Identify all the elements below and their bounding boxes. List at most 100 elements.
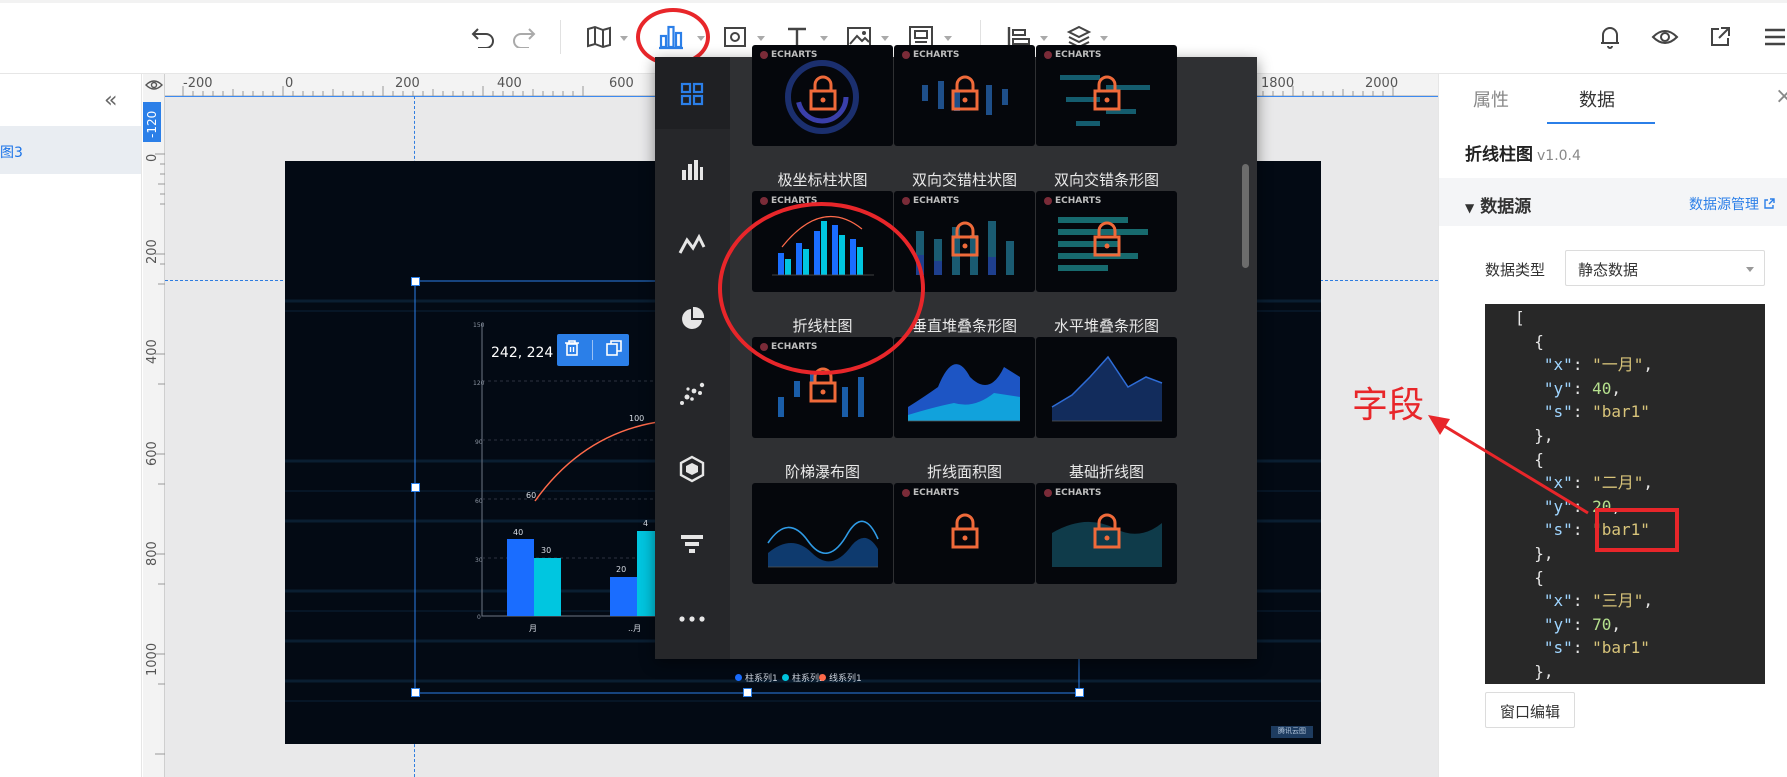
close-icon[interactable]: × [1775,84,1787,109]
chart-thumbnail[interactable]: ECHARTS [1036,483,1177,584]
legend-dot [735,674,742,681]
code-line: "x": "三月", [1543,591,1653,611]
frame-icon[interactable] [720,22,750,52]
datasource-link-text: 数据源管理 [1689,197,1759,213]
caret-down-icon[interactable] [881,36,889,41]
lock-icon [1093,75,1121,111]
chart-thumbnail[interactable]: ECHARTS [752,45,893,146]
data-type-value: 静态数据 [1578,261,1639,279]
legend-label: 柱系列1 [745,674,778,684]
tab-data[interactable]: 数据 [1579,86,1615,112]
caret-down-icon[interactable] [620,36,628,41]
svg-text:月: 月 [529,624,537,633]
code-line: [ [1515,308,1525,327]
caret-down-icon[interactable] [757,36,765,41]
ruler-label: 1000 [145,642,160,676]
top-line [0,0,1787,3]
chart-label[interactable]: 阶梯瀑布图 [752,461,893,482]
chart-bar [534,558,561,616]
more-icon[interactable] [675,602,709,636]
window-edit-button[interactable]: 窗口编辑 [1485,692,1575,728]
chart-thumbnail[interactable] [1036,337,1177,438]
scatter-icon[interactable] [675,377,709,411]
vertical-ruler[interactable]: -120 0 200 400 600 800 1000 [143,74,165,777]
legend-dot [782,674,789,681]
tab-properties[interactable]: 属性 [1473,86,1509,112]
ruler-label: 2000 [1365,76,1399,91]
dropdown-scrollbar[interactable] [1242,164,1249,268]
undo-icon[interactable] [467,22,497,52]
hexagon-icon[interactable] [675,452,709,486]
ruler-label: 0 [145,153,160,162]
resize-handle[interactable] [1075,688,1084,697]
pie-icon[interactable] [675,302,709,336]
category-sidebar [655,57,730,659]
lock-icon [1093,221,1121,257]
menu-icon[interactable] [1760,22,1787,52]
datasource-section-header[interactable]: ▼ 数据源 数据源管理 [1439,178,1787,226]
lock-icon [1093,513,1121,549]
chart-label[interactable]: 双向交错条形图 [1036,169,1177,190]
chart-bar [610,577,637,616]
ruler-label: 200 [145,239,160,264]
eye-icon[interactable] [1650,22,1680,52]
redo-icon[interactable] [510,22,540,52]
chart-label[interactable]: 极坐标柱状图 [752,169,893,190]
svg-text:40: 40 [513,528,523,537]
annotation-arrow [1428,415,1589,515]
position-label: 242, 224 [491,345,554,361]
chart-thumbnail[interactable] [894,337,1035,438]
eye-icon[interactable] [145,76,163,94]
divider [592,340,594,360]
component-actions [557,334,629,366]
chart-thumbnail[interactable]: ECHARTS [1036,191,1177,292]
chart-thumbnail[interactable]: ECHARTS [894,483,1035,584]
svg-text:20: 20 [616,565,626,574]
code-line: "y": 70, [1543,614,1621,634]
ruler-label: 600 [609,76,634,91]
double-chevron-left-icon[interactable]: « [104,88,117,113]
component-version: v1.0.4 [1537,148,1581,164]
caret-down-icon[interactable] [697,36,705,41]
share-icon[interactable] [1706,22,1734,52]
data-type-select[interactable]: 静态数据 [1565,250,1765,286]
ruler-position-badge: -120 [143,102,161,142]
chart-label[interactable]: 双向交错柱状图 [894,169,1035,190]
delete-icon[interactable] [563,339,581,361]
caret-down-icon[interactable] [820,36,828,41]
bell-icon[interactable] [1596,22,1624,52]
grid-icon[interactable] [675,77,709,111]
resize-handle[interactable] [411,277,420,286]
datasource-manage-link[interactable]: 数据源管理 [1689,194,1776,214]
chart-label[interactable]: 基础折线图 [1036,461,1177,482]
chart-label[interactable]: 水平堆叠条形图 [1036,315,1177,336]
chart-label[interactable]: 折线面积图 [894,461,1035,482]
resize-handle[interactable] [411,688,420,697]
funnel-icon[interactable] [675,527,709,561]
resize-handle[interactable] [411,483,420,492]
resize-handle[interactable] [743,688,752,697]
copy-icon[interactable] [605,339,623,361]
code-line: "y": 40, [1543,378,1621,398]
bar-icon[interactable] [675,152,709,186]
ruler-label: -200 [183,76,213,91]
component-name: 折线柱图 [1465,145,1533,165]
caret-down-icon[interactable] [1040,36,1048,41]
external-link-icon [1764,198,1776,209]
ruler-badge-text: -120 [145,110,159,138]
svg-text:0: 0 [477,614,481,621]
chart-thumbnail[interactable]: ECHARTS [1036,45,1177,146]
legend-item: 线系列1 [819,671,862,684]
chart-thumbnail[interactable]: ECHARTS [894,45,1035,146]
caret-down-icon[interactable]: ▼ [1465,201,1474,215]
lock-icon [809,75,837,111]
chart-thumbnail[interactable] [752,483,893,584]
svg-text:..月: ..月 [628,624,641,633]
layer-item-label: 图3 [0,145,23,161]
caret-down-icon[interactable] [1100,36,1108,41]
svg-text:60: 60 [475,498,483,505]
line-icon[interactable] [675,227,709,261]
caret-down-icon[interactable] [944,36,952,41]
map-icon[interactable] [584,22,614,52]
layer-item[interactable]: 图3 [0,126,141,174]
